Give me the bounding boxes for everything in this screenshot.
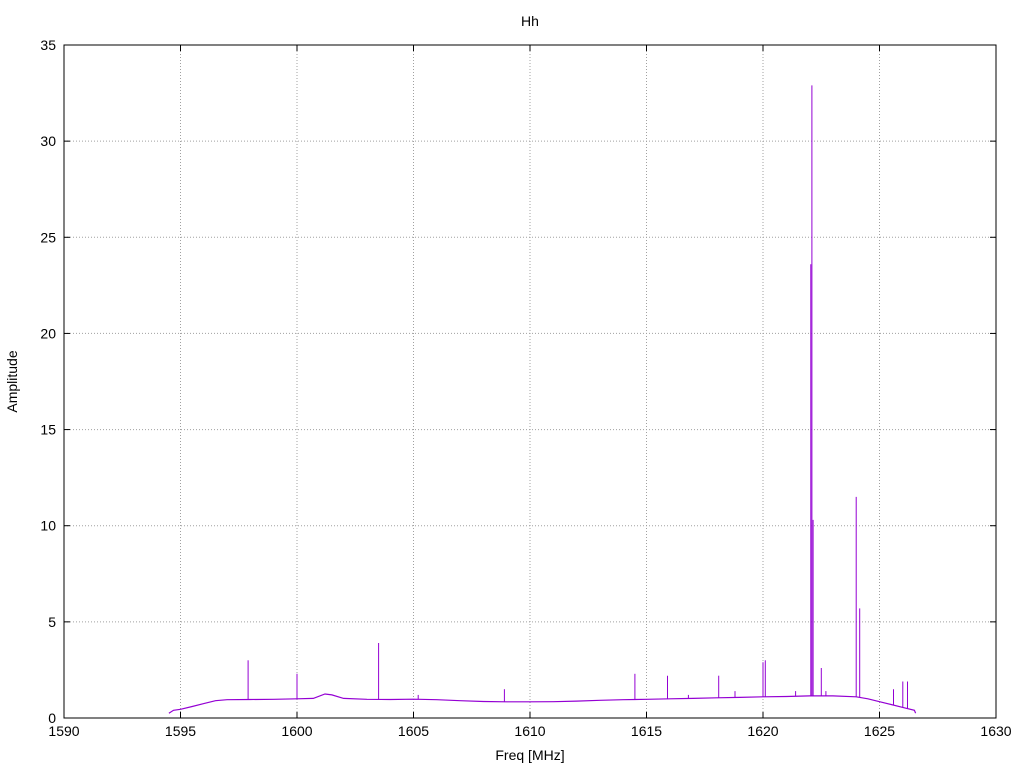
series-hh [168, 85, 917, 714]
y-tick-label: 25 [40, 229, 56, 245]
y-axis-title: Amplitude [4, 350, 20, 412]
y-tick-label: 0 [48, 710, 56, 726]
x-tick-label: 1600 [281, 723, 312, 739]
x-tick-label: 1605 [398, 723, 429, 739]
y-tick-label: 10 [40, 518, 56, 534]
y-tick-label: 35 [40, 37, 56, 53]
chart: 1590 1595 1600 1605 1610 1615 1620 1625 16300510… [4, 13, 1012, 763]
chart-title: Hh [521, 13, 539, 29]
x-tick-label: 1620 [747, 723, 778, 739]
axis-ticks: 1590 1595 1600 1605 1610 1615 1620 1625 16300510… [40, 37, 1011, 739]
x-axis-title: Freq [MHz] [495, 747, 564, 763]
x-tick-label: 1595 [165, 723, 196, 739]
x-tick-label: 1625 [864, 723, 895, 739]
y-tick-label: 15 [40, 422, 56, 438]
x-tick-label: 1615 [631, 723, 662, 739]
x-tick-label: 1610 [514, 723, 545, 739]
y-tick-label: 20 [40, 325, 56, 341]
series-baseline [168, 693, 917, 714]
y-tick-label: 5 [48, 614, 56, 630]
x-tick-label: 1630 [980, 723, 1011, 739]
y-tick-label: 30 [40, 133, 56, 149]
